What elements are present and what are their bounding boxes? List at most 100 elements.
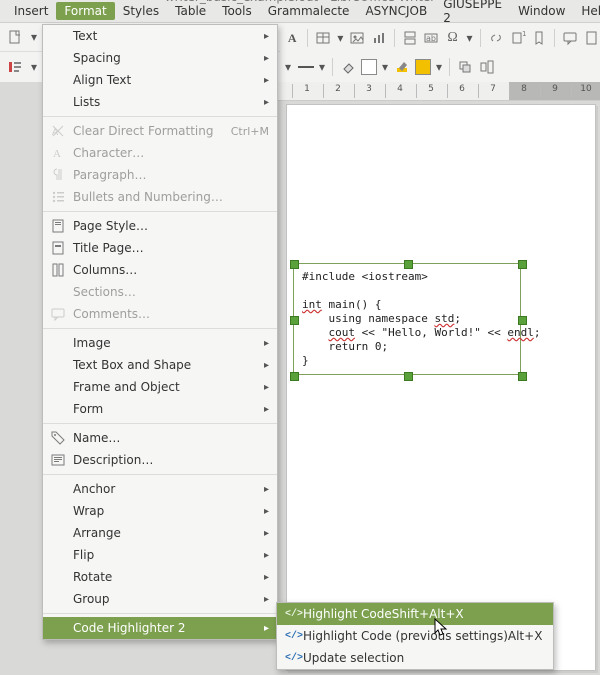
code-text-frame[interactable]: #include <iostream> int main() { using n… [293, 263, 521, 375]
menu-item-label: Page Style… [73, 219, 269, 233]
dropdown-icon[interactable]: ▾ [30, 30, 38, 44]
menu-help[interactable]: Help [573, 2, 600, 20]
menu-asyncjob[interactable]: ASYNCJOB [357, 2, 435, 20]
comment-icon[interactable] [562, 29, 578, 47]
svg-text:A: A [52, 128, 59, 138]
menu-item-columns[interactable]: Columns… [43, 259, 277, 281]
submenu-arrow-icon: ▸ [259, 382, 269, 393]
selection-handle[interactable] [518, 260, 527, 269]
dropdown-icon[interactable]: ▾ [435, 60, 443, 74]
menu-grammalecte[interactable]: Grammalecte [260, 2, 358, 20]
highlight-icon[interactable] [393, 58, 411, 76]
dropdown-icon[interactable]: ▾ [284, 60, 292, 74]
fill-color-icon[interactable] [339, 58, 357, 76]
menu-item-name[interactable]: Name… [43, 427, 277, 449]
arrange-icon[interactable] [456, 58, 474, 76]
submenu-item-highlight-code[interactable]: </>Highlight CodeShift+Alt+X [277, 603, 553, 625]
hyperlink-icon[interactable] [488, 29, 504, 47]
menu-item-wrap[interactable]: Wrap▸ [43, 500, 277, 522]
menu-item-arrange[interactable]: Arrange▸ [43, 522, 277, 544]
menu-item-group[interactable]: Group▸ [43, 588, 277, 610]
font-icon[interactable]: A [284, 29, 300, 47]
menu-item-form[interactable]: Form▸ [43, 398, 277, 420]
submenu-arrow-icon: ▸ [259, 75, 269, 86]
ruler-number: 1 [304, 84, 310, 94]
document-page[interactable]: #include <iostream> int main() { using n… [286, 104, 596, 671]
new-doc-icon[interactable] [6, 28, 24, 46]
dropdown-icon[interactable]: ▾ [318, 60, 326, 74]
format-menu[interactable]: Text▸Spacing▸Align Text▸Lists▸AClear Dir… [42, 24, 278, 640]
menu-insert[interactable]: Insert [6, 2, 56, 20]
submenu-arrow-icon: ▸ [259, 623, 269, 634]
selection-handle[interactable] [518, 316, 527, 325]
submenu-arrow-icon: ▸ [259, 528, 269, 539]
menu-item-page-style[interactable]: Page Style… [43, 215, 277, 237]
field-icon[interactable]: ab [423, 29, 439, 47]
submenu-item-label: Highlight Code (previous settings) [303, 629, 508, 643]
char-icon: A [49, 145, 67, 161]
menu-item-spacing[interactable]: Spacing▸ [43, 47, 277, 69]
menu-item-anchor[interactable]: Anchor▸ [43, 478, 277, 500]
menu-giuseppe-2[interactable]: GIUSEPPE 2 [435, 0, 510, 27]
selection-handle[interactable] [518, 372, 527, 381]
menu-item-text-box-and-shape[interactable]: Text Box and Shape▸ [43, 354, 277, 376]
menu-item-label: Character… [73, 146, 269, 160]
para-style-icon[interactable] [6, 58, 24, 76]
special-char-icon[interactable]: Ω [444, 29, 460, 47]
image-icon[interactable] [349, 29, 365, 47]
submenu-arrow-icon: ▸ [259, 572, 269, 583]
page-break-icon[interactable] [402, 29, 418, 47]
dropdown-icon[interactable]: ▾ [381, 60, 389, 74]
menu-item-label: Code Highlighter 2 [73, 621, 259, 635]
menu-item-align-text[interactable]: Align Text▸ [43, 69, 277, 91]
dropdown-icon[interactable]: ▾ [337, 31, 344, 45]
code-icon: </> [285, 631, 303, 642]
selection-handle[interactable] [404, 372, 413, 381]
menu-item-rotate[interactable]: Rotate▸ [43, 566, 277, 588]
fill-color-swatch[interactable] [361, 59, 377, 75]
menu-shortcut: Shift+Alt+X [392, 607, 464, 621]
submenu-arrow-icon: ▸ [259, 404, 269, 415]
highlight-swatch[interactable] [415, 59, 431, 75]
menu-tools[interactable]: Tools [214, 2, 260, 20]
menu-item-label: Paragraph… [73, 168, 269, 182]
code-highlighter-submenu[interactable]: </>Highlight CodeShift+Alt+X</>Highlight… [276, 602, 554, 670]
menu-item-label: Sections… [73, 285, 269, 299]
separator [480, 29, 481, 47]
selection-handle[interactable] [290, 372, 299, 381]
menu-format[interactable]: Format [56, 2, 114, 20]
chart-icon[interactable] [370, 29, 386, 47]
table-icon[interactable] [315, 29, 331, 47]
submenu-arrow-icon: ▸ [259, 484, 269, 495]
menu-item-image[interactable]: Image▸ [43, 332, 277, 354]
horizontal-ruler[interactable]: 12345678910 [276, 82, 600, 101]
dropdown-icon[interactable]: ▾ [466, 31, 473, 45]
menu-table[interactable]: Table [167, 2, 214, 20]
menu-item-text[interactable]: Text▸ [43, 25, 277, 47]
menu-item-paragraph: Paragraph… [43, 164, 277, 186]
para-icon [49, 167, 67, 183]
line-style-icon[interactable] [296, 58, 314, 76]
menu-item-lists[interactable]: Lists▸ [43, 91, 277, 113]
track-changes-icon[interactable] [583, 29, 599, 47]
align-objects-icon[interactable] [478, 58, 496, 76]
svg-text:ab: ab [426, 34, 436, 43]
menu-item-frame-and-object[interactable]: Frame and Object▸ [43, 376, 277, 398]
menu-styles[interactable]: Styles [115, 2, 167, 20]
submenu-item-highlight-code-previous-settings[interactable]: </>Highlight Code (previous settings)Alt… [277, 625, 553, 647]
selection-handle[interactable] [404, 260, 413, 269]
bookmark-icon[interactable] [531, 29, 547, 47]
blank-icon [49, 357, 67, 373]
menu-item-flip[interactable]: Flip▸ [43, 544, 277, 566]
submenu-item-update-selection[interactable]: </>Update selection [277, 647, 553, 669]
selection-handle[interactable] [290, 260, 299, 269]
dropdown-icon[interactable]: ▾ [30, 60, 38, 74]
code-line: int main() { [302, 298, 512, 312]
menu-window[interactable]: Window [510, 2, 573, 20]
menu-item-title-page[interactable]: Title Page… [43, 237, 277, 259]
menu-item-code-highlighter-2[interactable]: Code Highlighter 2▸ [43, 617, 277, 639]
menu-item-description[interactable]: Description… [43, 449, 277, 471]
footnote-icon[interactable]: 1 [509, 29, 525, 47]
menu-item-label: Anchor [73, 482, 259, 496]
selection-handle[interactable] [290, 316, 299, 325]
